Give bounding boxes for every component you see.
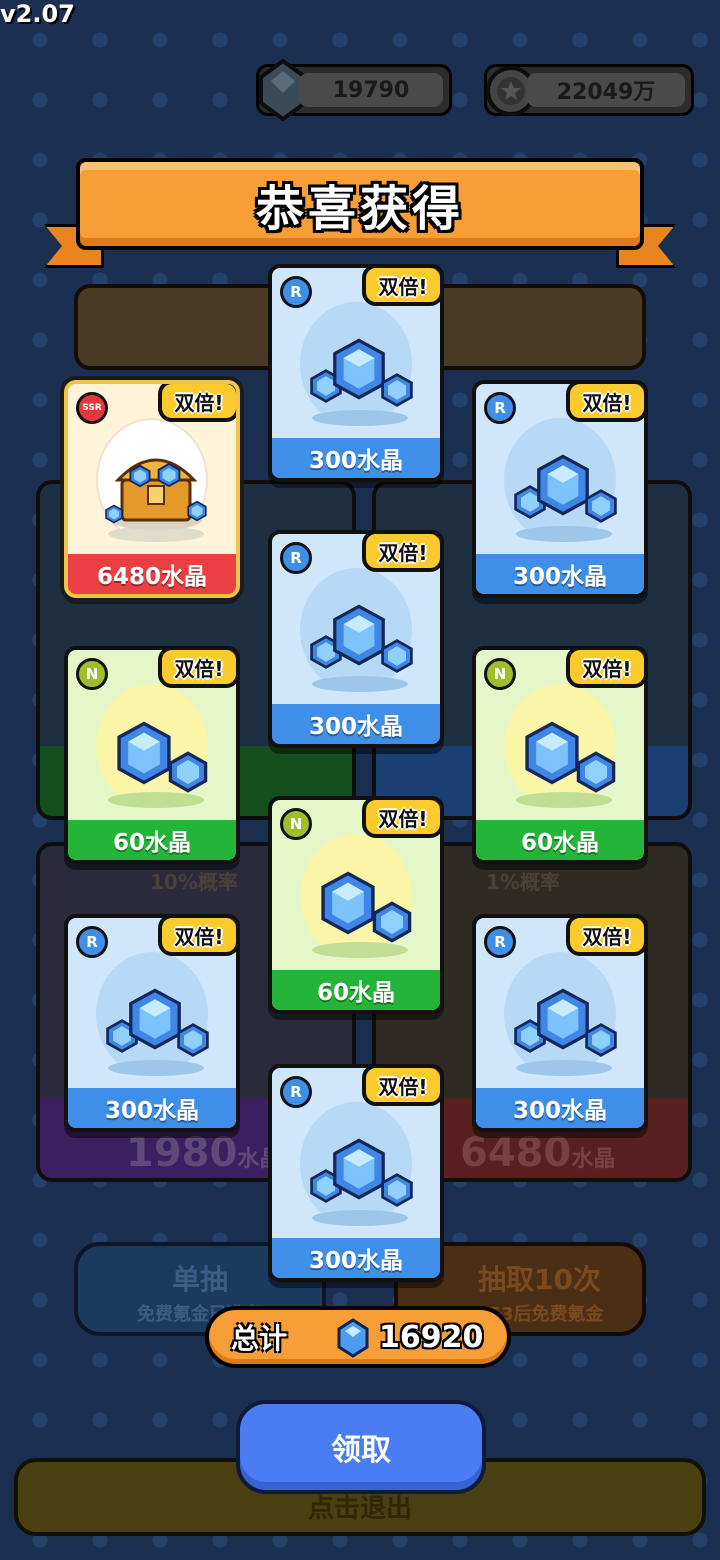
double-badge: 双倍! <box>158 918 236 956</box>
crystal-cluster-icon <box>514 988 617 1057</box>
ten-draw-label: 抽取10次 <box>478 1263 601 1296</box>
rarity-badge: R <box>76 926 108 958</box>
reward-card: R 双倍! 300水晶 <box>268 264 444 482</box>
crystal-cluster-icon <box>310 338 413 407</box>
bg-left-price: 1980水晶 <box>126 1130 282 1176</box>
rarity-badge: N <box>280 808 312 840</box>
crystal-icon <box>337 1318 369 1358</box>
reward-card: R 双倍! 300水晶 <box>472 914 648 1132</box>
reward-card-ssr: SSR 双倍! 6480水晶 <box>64 380 240 598</box>
reward-card: R 双倍! 300水晶 <box>64 914 240 1132</box>
crystal-cluster-icon <box>310 604 413 673</box>
reward-label: 300水晶 <box>476 1088 644 1128</box>
double-badge: 双倍! <box>362 800 440 838</box>
reward-label: 300水晶 <box>272 704 440 744</box>
reward-label: 60水晶 <box>68 820 236 860</box>
reward-label: 300水晶 <box>272 438 440 478</box>
claim-button[interactable]: 领取 <box>236 1400 486 1494</box>
crystal-cluster-icon <box>514 454 617 523</box>
reward-label: 300水晶 <box>476 554 644 594</box>
rarity-badge: R <box>484 926 516 958</box>
reward-card: N 双倍! 60水晶 <box>472 646 648 864</box>
version-label: v2.07 <box>0 0 75 28</box>
crystal-balance: 19790 <box>256 59 452 121</box>
banner-title: 恭喜获得 <box>255 181 464 237</box>
rarity-badge: N <box>76 658 108 690</box>
double-badge: 双倍! <box>158 650 236 688</box>
reward-label: 6480水晶 <box>68 554 236 594</box>
double-badge: 双倍! <box>566 384 644 422</box>
reward-card: N 双倍! 60水晶 <box>268 796 444 1014</box>
reward-card: N 双倍! 60水晶 <box>64 646 240 864</box>
bg-left-rate: 10%概率 <box>150 870 238 894</box>
crystal-pair-icon <box>117 721 208 793</box>
crystal-cluster-icon <box>310 1138 413 1207</box>
total-value: 16920 <box>379 1319 484 1355</box>
rarity-badge: N <box>484 658 516 690</box>
coin-balance: 22049万 <box>484 64 694 116</box>
bg-right-rate: 1%概率 <box>486 870 560 894</box>
crystal-pair-icon <box>525 721 616 793</box>
total-label: 总计 <box>231 1322 288 1355</box>
crystal-count: 19790 <box>332 77 410 103</box>
congrats-banner: 恭喜获得 <box>76 158 644 250</box>
double-badge: 双倍! <box>566 918 644 956</box>
reward-label: 60水晶 <box>476 820 644 860</box>
rarity-badge: R <box>280 1076 312 1108</box>
reward-card: R 双倍! 300水晶 <box>268 1064 444 1282</box>
reward-label: 60水晶 <box>272 970 440 1010</box>
reward-card: R 双倍! 300水晶 <box>472 380 648 598</box>
rarity-badge: R <box>280 542 312 574</box>
reward-card: R 双倍! 300水晶 <box>268 530 444 748</box>
double-badge: 双倍! <box>158 384 236 422</box>
double-badge: 双倍! <box>362 268 440 306</box>
treasure-chest-icon <box>105 458 207 530</box>
rarity-badge: R <box>484 392 516 424</box>
reward-label: 300水晶 <box>272 1238 440 1278</box>
coin-count: 22049万 <box>556 80 656 105</box>
reward-label: 300水晶 <box>68 1088 236 1128</box>
crystal-pair-icon <box>321 871 412 943</box>
double-badge: 双倍! <box>362 534 440 572</box>
double-badge: 双倍! <box>566 650 644 688</box>
total-bar: 总计 16920 <box>205 1306 511 1368</box>
rarity-badge: R <box>280 276 312 308</box>
rarity-badge: SSR <box>76 392 108 424</box>
double-badge: 双倍! <box>362 1068 440 1106</box>
crystal-cluster-icon <box>106 988 209 1057</box>
bg-right-price: 6480水晶 <box>460 1130 616 1176</box>
